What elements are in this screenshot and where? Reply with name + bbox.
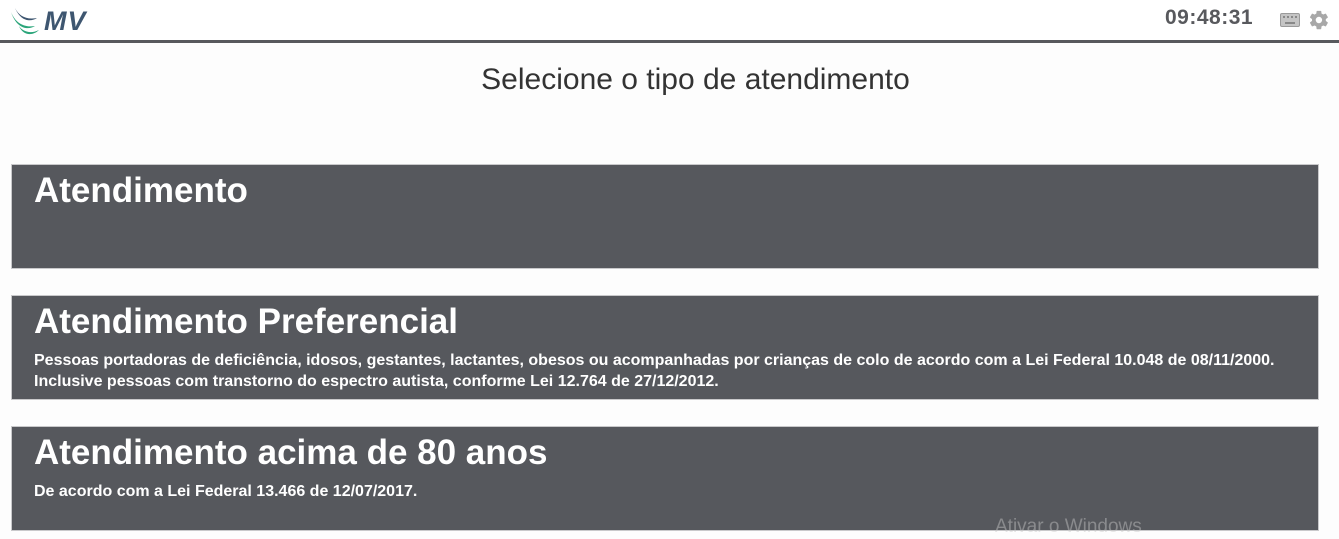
option-description: De acordo com a Lei Federal 13.466 de 12… xyxy=(34,483,418,500)
option-atendimento-preferencial-button[interactable]: Atendimento Preferencial Pessoas portado… xyxy=(11,295,1319,400)
logo-text: MV xyxy=(44,5,87,36)
option-title: Atendimento Preferencial xyxy=(34,302,458,341)
gear-icon[interactable] xyxy=(1308,9,1330,31)
option-description: Pessoas portadoras de deficiência, idoso… xyxy=(34,352,1275,390)
page-title: Selecione o tipo de atendimento xyxy=(481,63,910,96)
clock: 09:48:31 xyxy=(1165,6,1254,29)
top-bar: MV 09:48:31 xyxy=(0,0,1339,43)
keyboard-icon[interactable] xyxy=(1279,9,1301,31)
option-atendimento-button[interactable]: Atendimento xyxy=(11,164,1319,269)
option-title: Atendimento acima de 80 anos xyxy=(34,433,548,472)
option-title: Atendimento xyxy=(34,171,248,210)
mv-logo: MV xyxy=(9,5,87,37)
mv-logo-mark-icon xyxy=(11,8,39,35)
option-atendimento-80-anos-button[interactable]: Atendimento acima de 80 anos De acordo c… xyxy=(11,426,1319,531)
